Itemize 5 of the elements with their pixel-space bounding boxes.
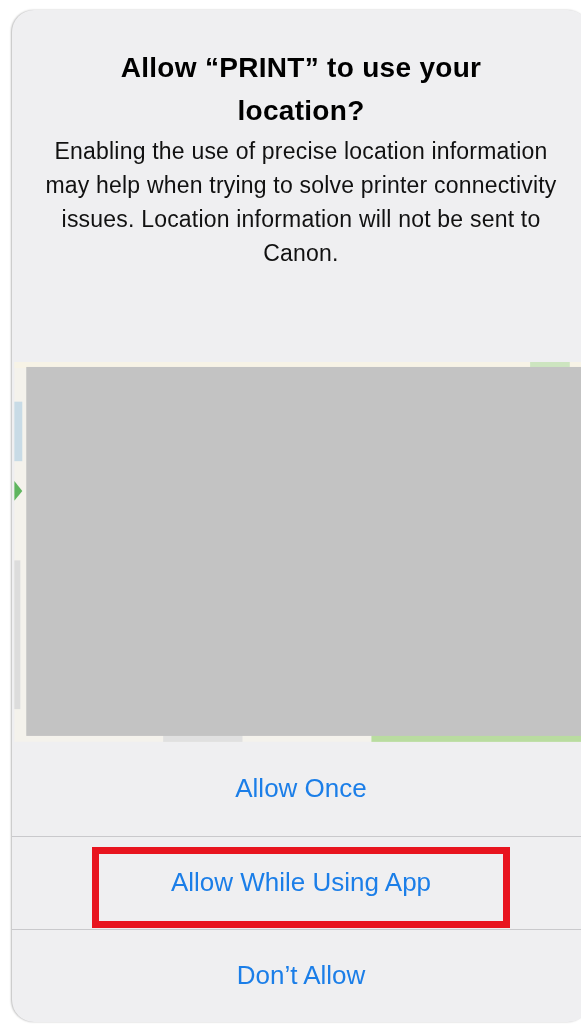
- dialog-title: Allow “PRINT” to use your location?: [119, 51, 483, 128]
- dialog-button[interactable]: Don’t Allow: [12, 928, 581, 1022]
- dialog-button[interactable]: Allow While Using App: [12, 835, 581, 929]
- dialog-button[interactable]: Allow Once: [12, 742, 581, 836]
- dialog-message: Enabling the use of precise location information may help when trying to solve printer connectivity issues. Location information will not be sent to Canon.: [44, 137, 558, 268]
